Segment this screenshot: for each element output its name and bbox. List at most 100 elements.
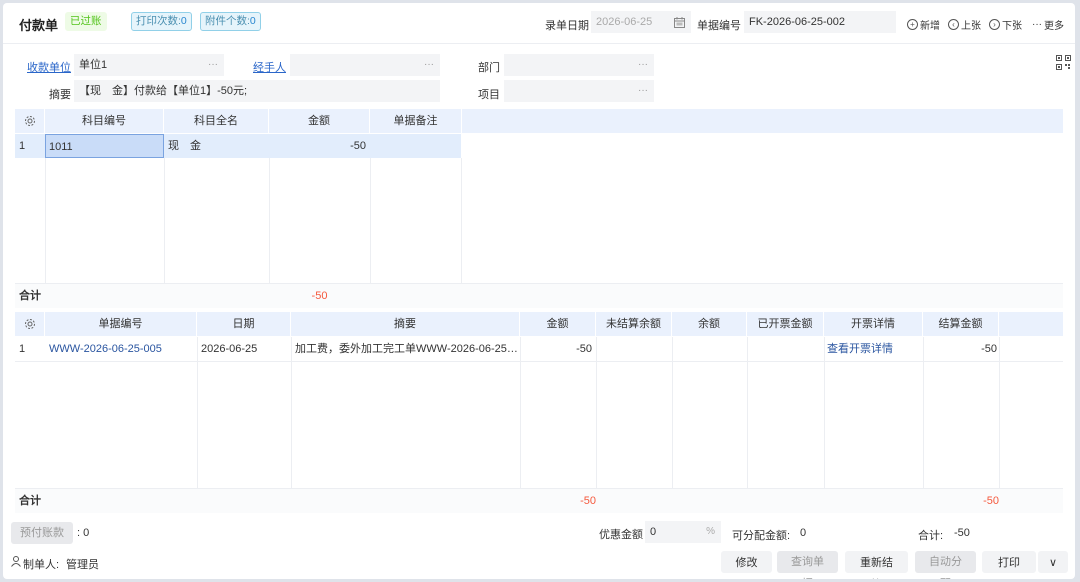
account-grid-total-row: 合计 -50 bbox=[15, 284, 1063, 308]
date-value: 2026-06-25 bbox=[596, 16, 653, 28]
docno-cell[interactable]: WWW-2026-06-25-005 bbox=[49, 337, 197, 361]
total-label: 合计 bbox=[19, 290, 41, 302]
handler-label-link[interactable]: 经手人 bbox=[253, 59, 286, 75]
payee-field[interactable]: 单位1 ··· bbox=[74, 54, 224, 76]
col-settle-amount[interactable]: 结算金额 bbox=[923, 312, 999, 336]
grid1-settings-cell[interactable] bbox=[15, 109, 45, 133]
payee-label-link[interactable]: 收款单位 bbox=[27, 59, 71, 75]
col-balance[interactable]: 余额 bbox=[672, 312, 747, 336]
project-label: 项目 bbox=[478, 89, 500, 101]
new-label: 新增 bbox=[920, 21, 940, 32]
percent-icon: % bbox=[706, 526, 715, 537]
chevron-left-icon: ‹ bbox=[948, 19, 959, 30]
invoice-detail-link[interactable]: 查看开票详情 bbox=[827, 337, 923, 361]
print-count-value: 0 bbox=[180, 15, 187, 27]
user-icon bbox=[11, 556, 21, 567]
handler-select-icon[interactable]: ··· bbox=[424, 54, 434, 76]
account-code-cell[interactable]: 1011 bbox=[45, 134, 164, 158]
account-grid-header: 科目编号 科目全名 金额 单据备注 bbox=[15, 109, 1063, 133]
col-invoice-detail[interactable]: 开票详情 bbox=[824, 312, 923, 336]
prepay-value: : 0 bbox=[77, 527, 90, 539]
dept-field[interactable]: ··· bbox=[504, 54, 654, 76]
col-invoiced[interactable]: 已开票金额 bbox=[747, 312, 824, 336]
print-button[interactable]: 打印(P) bbox=[982, 551, 1036, 573]
grid-divider bbox=[596, 337, 597, 513]
more-button[interactable]: ··· 更多 bbox=[1032, 17, 1064, 32]
sum-label: 合计: bbox=[918, 530, 944, 542]
edit-button[interactable]: 修改 bbox=[721, 551, 772, 573]
project-field[interactable]: ··· bbox=[504, 80, 654, 102]
payee-select-icon[interactable]: ··· bbox=[208, 54, 218, 76]
settle-amount-cell[interactable]: -50 bbox=[923, 337, 997, 361]
settlement-grid-total-row: 合计 -50 -50 bbox=[15, 489, 1063, 513]
total-settle: -50 bbox=[983, 495, 999, 507]
col-unsettled[interactable]: 未结算余额 bbox=[596, 312, 672, 336]
dept-label: 部门 bbox=[478, 62, 500, 74]
table-row[interactable]: 1 WWW-2026-06-25-005 2026-06-25 加工费，委外加工… bbox=[15, 337, 1063, 361]
grid-divider bbox=[291, 337, 292, 513]
header-divider bbox=[3, 43, 1075, 44]
summary-field[interactable]: 【现 金】付款给【单位1】-50元; bbox=[74, 80, 440, 102]
calendar-icon[interactable] bbox=[674, 17, 685, 28]
grid-divider bbox=[824, 337, 825, 513]
col-amount[interactable]: 金额 bbox=[520, 312, 596, 336]
print-dropdown-button[interactable]: ∨ bbox=[1038, 551, 1068, 573]
sum-value: -50 bbox=[954, 527, 970, 539]
date-label: 录单日期 bbox=[545, 20, 589, 32]
query-doc-button[interactable]: 查询单据 bbox=[777, 551, 838, 579]
docno-field[interactable]: FK-2026-06-25-002 bbox=[744, 11, 896, 33]
total-label: 合计 bbox=[19, 495, 41, 507]
col-account-code[interactable]: 科目编号 bbox=[45, 109, 164, 133]
attachment-count-badge[interactable]: 附件个数:0 bbox=[200, 12, 261, 31]
discount-value: 0 bbox=[650, 526, 657, 538]
summary-cell[interactable]: 加工费，委外加工完工单WWW-2026-06-25-005 bbox=[295, 337, 518, 361]
date-field[interactable]: 2026-06-25 bbox=[591, 11, 691, 33]
status-badge: 已过账 bbox=[65, 12, 107, 31]
unsettled-cell[interactable] bbox=[596, 337, 672, 361]
col-amount[interactable]: 金额 bbox=[269, 109, 370, 133]
grid2-settings-cell[interactable] bbox=[15, 312, 45, 336]
next-button[interactable]: › 下张 bbox=[989, 17, 1022, 32]
dept-select-icon[interactable]: ··· bbox=[638, 54, 648, 76]
col-docno[interactable]: 单据编号 bbox=[45, 312, 197, 336]
prepay-button[interactable]: 预付账款 bbox=[11, 522, 73, 544]
settlement-grid-header: 单据编号 日期 摘要 金额 未结算余额 余额 已开票金额 开票详情 结算金额 bbox=[15, 312, 1063, 336]
grid-divider bbox=[923, 337, 924, 513]
next-label: 下张 bbox=[1002, 21, 1022, 32]
prev-button[interactable]: ‹ 上张 bbox=[948, 17, 981, 32]
new-button[interactable]: + 新增 bbox=[907, 17, 940, 32]
project-select-icon[interactable]: ··· bbox=[638, 80, 648, 102]
table-row[interactable]: 1 1011 现 金 -50 bbox=[15, 134, 461, 158]
total-amount: -50 bbox=[311, 290, 328, 302]
chevron-down-icon: ∨ bbox=[1048, 557, 1058, 569]
remark-cell[interactable] bbox=[370, 134, 462, 158]
attachment-count-label: 附件个数: bbox=[205, 15, 250, 27]
col-date[interactable]: 日期 bbox=[197, 312, 291, 336]
discount-input[interactable]: 0% bbox=[645, 521, 721, 543]
balance-cell[interactable] bbox=[672, 337, 747, 361]
resettle-button[interactable]: 重新结算 bbox=[845, 551, 908, 573]
amount-cell[interactable]: -50 bbox=[269, 134, 366, 158]
row-index: 1 bbox=[19, 343, 26, 355]
col-account-name[interactable]: 科目全名 bbox=[164, 109, 269, 133]
maker-label: 制单人: bbox=[23, 559, 60, 571]
gear-icon[interactable] bbox=[24, 318, 36, 330]
row-index: 1 bbox=[19, 140, 26, 152]
account-name-cell[interactable]: 现 金 bbox=[168, 134, 269, 158]
amount-cell[interactable]: -50 bbox=[520, 337, 592, 361]
maker-value: 管理员 bbox=[66, 559, 99, 571]
payee-value: 单位1 bbox=[79, 59, 108, 71]
more-label: 更多 bbox=[1044, 21, 1064, 32]
auto-allocate-button[interactable]: 自动分配 bbox=[915, 551, 976, 579]
col-remark[interactable]: 单据备注 bbox=[370, 109, 462, 133]
col-summary[interactable]: 摘要 bbox=[291, 312, 520, 336]
gear-icon[interactable] bbox=[24, 115, 36, 127]
handler-field[interactable]: ··· bbox=[290, 54, 440, 76]
page-title: 付款单 bbox=[19, 18, 59, 33]
invoiced-cell[interactable] bbox=[747, 337, 824, 361]
grid-divider bbox=[15, 361, 1063, 362]
qr-code-icon[interactable] bbox=[1056, 55, 1071, 70]
date-cell[interactable]: 2026-06-25 bbox=[201, 337, 291, 361]
print-count-badge[interactable]: 打印次数:0 bbox=[131, 12, 192, 31]
prev-label: 上张 bbox=[961, 21, 981, 32]
